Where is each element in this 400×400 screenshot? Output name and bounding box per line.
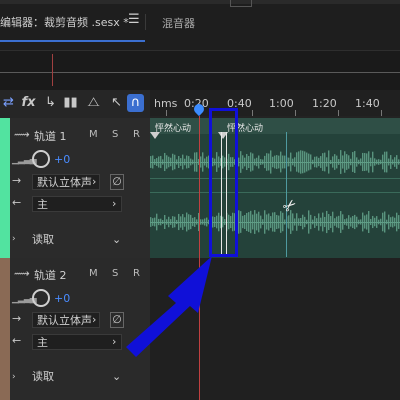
annotation-arrow bbox=[126, 256, 212, 357]
